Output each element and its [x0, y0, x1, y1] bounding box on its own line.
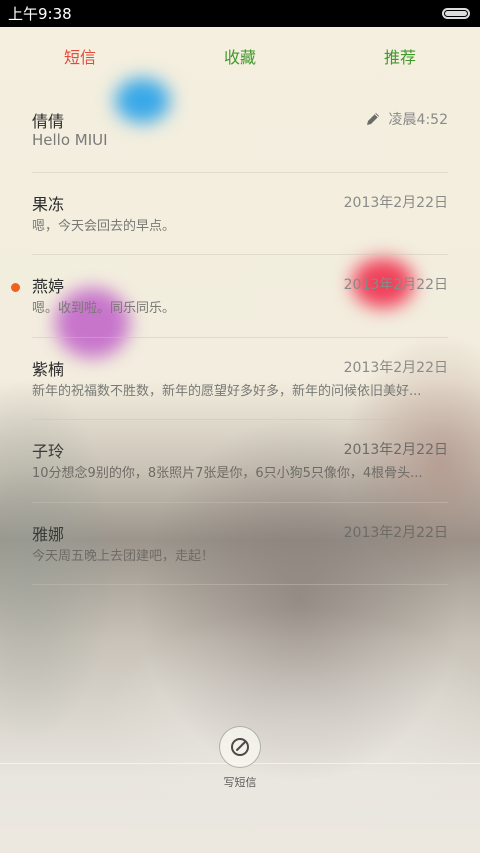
message-preview: 今天周五晚上去团建吧，走起！: [32, 548, 215, 564]
tab-bar: 短信 收藏 推荐: [0, 40, 480, 76]
message-preview: Hello MIUI: [32, 131, 108, 149]
conversation-row[interactable]: 果冻 2013年2月22日 嗯，今天会回去的早点。: [32, 173, 448, 255]
message-preview: 嗯。收到啦。同乐同乐。: [32, 301, 176, 316]
compose-area: 写短信: [0, 726, 480, 796]
conversation-row[interactable]: 子玲 2013年2月22日 10分想念9别的你，8张照片7张是你，6只小狗5只像…: [32, 420, 448, 503]
message-preview: 10分想念9别的你，8张照片7张是你，6只小狗5只像你，4根骨头...: [32, 466, 423, 481]
conversation-date: 2013年2月22日: [343, 524, 448, 541]
contact-name: 燕婷: [32, 277, 65, 296]
conversation-meta: 凌晨4:52: [365, 109, 448, 129]
compose-button[interactable]: [219, 726, 261, 768]
conversation-row[interactable]: 紫楠 2013年2月22日 新年的祝福数不胜数，新年的愿望好多好多，新年的问候依…: [32, 338, 448, 420]
conversation-list: 倩倩 凌晨4:52 Hello MIUI 果冻 2013年2月22日 嗯，今天会…: [0, 90, 480, 585]
compose-label: 写短信: [223, 776, 257, 789]
conversation-date: 2013年2月22日: [343, 359, 448, 376]
tab-recommended[interactable]: 推荐: [320, 40, 480, 76]
conversation-row[interactable]: 雅娜 2013年2月22日 今天周五晚上去团建吧，走起！: [32, 503, 448, 585]
conversation-row[interactable]: 燕婷 2013年2月22日 嗯。收到啦。同乐同乐。: [11, 255, 448, 338]
battery-icon: [442, 8, 470, 19]
contact-name: 倩倩: [32, 112, 65, 131]
status-time: 上午9:38: [8, 5, 72, 23]
tab-favorites[interactable]: 收藏: [160, 40, 320, 76]
status-bar: 上午9:38: [0, 0, 480, 27]
contact-name: 果冻: [32, 194, 65, 214]
battery-level: [445, 11, 467, 16]
contact-name: 雅娜: [32, 524, 65, 544]
message-preview: 嗯，今天会回去的早点。: [32, 218, 176, 234]
unread-dot-icon: [11, 283, 20, 292]
compose-icon: [231, 738, 249, 756]
conversation-date: 2013年2月22日: [343, 277, 448, 293]
conversation-date: 凌晨4:52: [388, 112, 448, 128]
contact-name: 紫楠: [32, 359, 65, 379]
message-preview: 新年的祝福数不胜数，新年的愿望好多好多，新年的问候依旧美好...: [32, 383, 422, 399]
conversation-date: 2013年2月22日: [343, 194, 448, 211]
pencil-draft-icon: [366, 113, 379, 125]
messages-screen: 上午9:38 短信 收藏 推荐 倩倩 凌晨4:52 Hello MIUI 果冻 …: [0, 0, 480, 853]
contact-name: 子玲: [32, 442, 65, 461]
tab-messages[interactable]: 短信: [0, 40, 160, 76]
conversation-row[interactable]: 倩倩 凌晨4:52 Hello MIUI: [32, 90, 448, 173]
conversation-date: 2013年2月22日: [343, 442, 448, 458]
